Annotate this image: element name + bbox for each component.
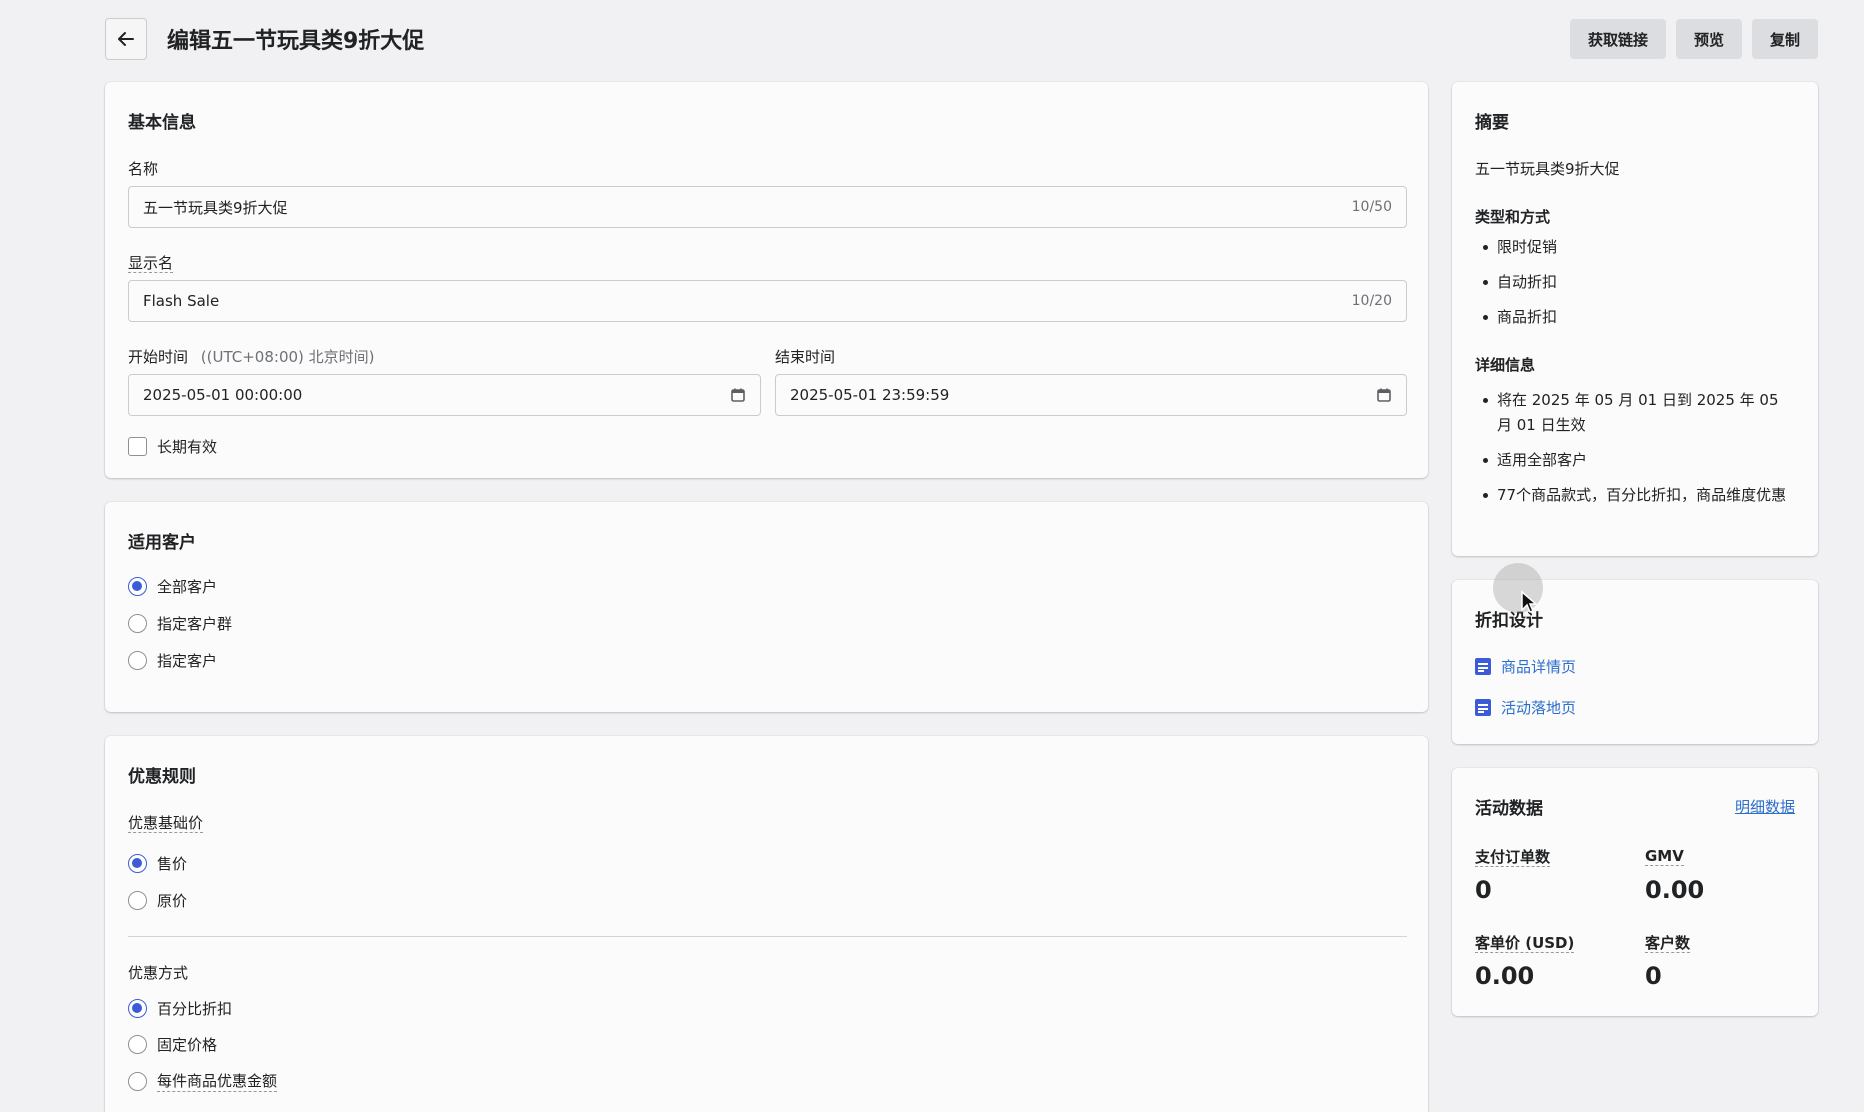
option-label: 百分比折扣: [157, 1000, 233, 1018]
display-name-label: 显示名: [128, 254, 174, 273]
detail-title: 详细信息: [1475, 356, 1536, 374]
preview-button[interactable]: 预览: [1675, 19, 1742, 59]
long-term-checkbox-row[interactable]: 长期有效: [128, 436, 217, 457]
option-label: 每件商品优惠金额: [157, 1072, 278, 1092]
list-item: 自动折扣: [1475, 270, 1795, 295]
list-item: 将在 2025 年 05 月 01 日到 2025 年 05 月 01 日生效: [1475, 388, 1795, 438]
duplicate-button[interactable]: 复制: [1751, 19, 1818, 59]
product-page-link[interactable]: 商品详情页: [1475, 656, 1576, 677]
option-label: 原价: [157, 892, 188, 910]
radio-customer-group[interactable]: 指定客户群: [128, 613, 232, 634]
base-price-label: 优惠基础价: [128, 814, 204, 833]
radio-percentage[interactable]: 百分比折扣: [128, 998, 232, 1019]
document-icon: [1475, 658, 1491, 675]
display-name-input[interactable]: Flash Sale 10/20: [128, 280, 1407, 322]
radio-button[interactable]: [128, 854, 147, 873]
card-title: 适用客户: [128, 533, 196, 553]
radio-fixed-price[interactable]: 固定价格: [128, 1034, 217, 1055]
list-item: 商品折扣: [1475, 305, 1795, 330]
summary-name: 五一节玩具类9折大促: [1475, 160, 1620, 178]
calendar-icon: [1377, 388, 1391, 402]
type-title: 类型和方式: [1475, 208, 1551, 226]
list-item: 适用全部客户: [1475, 448, 1795, 473]
radio-sale-price[interactable]: 售价: [128, 853, 187, 874]
divider: [128, 936, 1407, 937]
option-label: 全部客户: [157, 578, 218, 596]
link-label[interactable]: 商品详情页: [1501, 656, 1576, 677]
list-item: 限时促销: [1475, 235, 1795, 260]
end-time-value: 2025-05-01 23:59:59: [790, 386, 950, 404]
card-title: 优惠规则: [128, 767, 196, 787]
radio-button[interactable]: [128, 577, 147, 596]
radio-button[interactable]: [128, 891, 147, 910]
name-value: 五一节玩具类9折大促: [143, 198, 288, 217]
radio-button[interactable]: [128, 1035, 147, 1054]
option-label: 售价: [157, 855, 188, 873]
page-header: 编辑五一节玩具类9折大促 获取链接 预览 复制: [105, 18, 1818, 60]
list-item: 77个商品款式，百分比折扣，商品维度优惠: [1475, 483, 1795, 508]
name-input[interactable]: 五一节玩具类9折大促 10/50: [128, 186, 1407, 228]
link-label[interactable]: 活动落地页: [1501, 697, 1576, 718]
char-count: 10/50: [1351, 199, 1392, 215]
gmv-label: GMV: [1645, 847, 1684, 866]
landing-page-link[interactable]: 活动落地页: [1475, 697, 1576, 718]
document-icon: [1475, 699, 1491, 716]
customers-label: 客户数: [1645, 934, 1691, 953]
timezone-label: ((UTC+08:00) 北京时间): [200, 348, 375, 366]
customers-card: 适用客户 全部客户 指定客户群 指定客户: [105, 502, 1428, 712]
activity-data-card: 活动数据 明细数据 支付订单数 0 GMV 0.00 客单价 (USD) 0.0…: [1452, 768, 1818, 1016]
basic-info-card: 基本信息 名称 五一节玩具类9折大促 10/50 显示名 Flash Sale …: [105, 82, 1428, 478]
summary-card: 摘要 五一节玩具类9折大促 类型和方式 限时促销 自动折扣 商品折扣 详细信息 …: [1452, 82, 1818, 556]
discount-method-label: 优惠方式: [128, 964, 189, 982]
start-time-value: 2025-05-01 00:00:00: [143, 386, 303, 404]
discount-rules-card: 优惠规则 优惠基础价 售价 原价 优惠方式 百分比折扣 固定价格 每件商品优惠金…: [105, 736, 1428, 1112]
page-title: 编辑五一节玩具类9折大促: [167, 29, 425, 54]
calendar-icon: [731, 388, 745, 402]
aov-label: 客单价 (USD): [1475, 934, 1575, 953]
detail-list: 将在 2025 年 05 月 01 日到 2025 年 05 月 01 日生效 …: [1475, 388, 1795, 508]
card-title: 活动数据: [1475, 799, 1543, 819]
radio-button[interactable]: [128, 651, 147, 670]
option-label: 指定客户群: [157, 615, 233, 633]
type-list: 限时促销 自动折扣 商品折扣: [1475, 235, 1795, 330]
start-time-label: 开始时间: [128, 348, 189, 366]
radio-button[interactable]: [128, 614, 147, 633]
option-label: 指定客户: [157, 652, 218, 670]
char-count: 10/20: [1351, 293, 1392, 309]
cursor-icon: [1521, 590, 1538, 613]
customers-value: 0: [1645, 962, 1662, 990]
arrow-left-icon: [118, 32, 134, 46]
long-term-checkbox[interactable]: [128, 437, 147, 456]
option-label: 固定价格: [157, 1036, 218, 1054]
gmv-value: 0.00: [1645, 876, 1705, 904]
card-title: 摘要: [1475, 113, 1509, 133]
radio-button[interactable]: [128, 999, 147, 1018]
start-time-input[interactable]: 2025-05-01 00:00:00: [128, 374, 761, 416]
name-label: 名称: [128, 160, 159, 178]
radio-original-price[interactable]: 原价: [128, 890, 187, 911]
display-name-value: Flash Sale: [143, 292, 220, 310]
long-term-label: 长期有效: [157, 438, 218, 456]
back-button[interactable]: [105, 18, 147, 60]
get-link-button[interactable]: 获取链接: [1569, 19, 1666, 59]
radio-all-customers[interactable]: 全部客户: [128, 576, 217, 597]
orders-value: 0: [1475, 876, 1492, 904]
radio-button[interactable]: [128, 1071, 147, 1091]
detail-data-link[interactable]: 明细数据: [1735, 796, 1795, 817]
radio-specific-customer[interactable]: 指定客户: [128, 650, 217, 671]
orders-label: 支付订单数: [1475, 848, 1551, 867]
end-time-label: 结束时间: [775, 348, 836, 366]
end-time-input[interactable]: 2025-05-01 23:59:59: [775, 374, 1407, 416]
radio-per-item-amount[interactable]: 每件商品优惠金额: [128, 1070, 278, 1092]
aov-value: 0.00: [1475, 962, 1535, 990]
card-title: 基本信息: [128, 113, 196, 133]
